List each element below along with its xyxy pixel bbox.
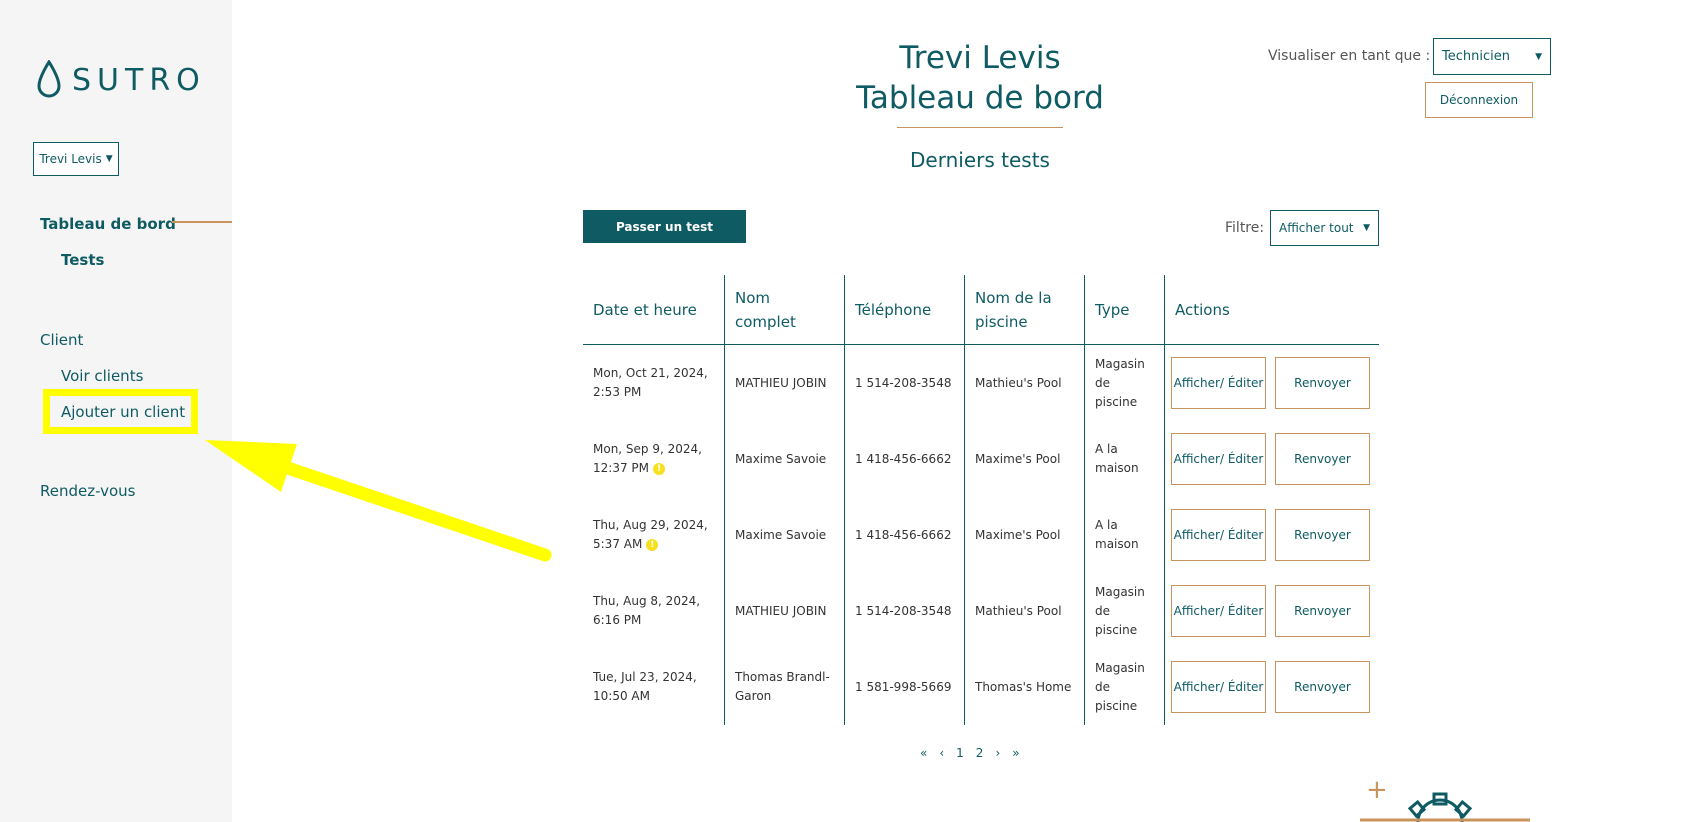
page-title: Tableau de bord — [856, 80, 1104, 116]
resend-button[interactable]: Renvoyer — [1275, 433, 1370, 485]
pagination-next[interactable]: › — [995, 746, 1000, 760]
date-text: Tue, Jul 23, 2024, 10:50 AM — [593, 670, 697, 703]
column-header-type: Type — [1084, 275, 1164, 344]
resend-button[interactable]: Renvoyer — [1275, 661, 1370, 713]
view-edit-button[interactable]: Afficher/ Éditer — [1171, 433, 1266, 485]
view-as-select[interactable]: Technicien ▼ — [1433, 38, 1551, 75]
view-edit-button[interactable]: Afficher/ Éditer — [1171, 509, 1266, 561]
cell-actions: Afficher/ Éditer Renvoyer — [1164, 345, 1379, 421]
table-header: Date et heure Nom complet Téléphone Nom … — [583, 275, 1379, 345]
cell-name: Thomas Brandl-Garon — [724, 649, 844, 725]
view-as-label: Visualiser en tant que : — [1268, 48, 1431, 64]
cell-pool: Maxime's Pool — [964, 421, 1084, 497]
store-select-value: Trevi Levis — [39, 152, 102, 166]
chevron-down-icon: ▼ — [1535, 51, 1542, 62]
pagination-page-2[interactable]: 2 — [976, 746, 984, 760]
table-row: Mon, Sep 9, 2024, 12:37 PM! Maxime Savoi… — [583, 421, 1379, 497]
water-drop-icon — [37, 60, 61, 98]
nav-view-clients[interactable]: Voir clients — [61, 367, 143, 385]
warning-dot-icon[interactable]: ! — [646, 538, 659, 551]
annotation-highlight-box — [43, 389, 198, 434]
store-title: Trevi Levis — [899, 40, 1061, 76]
filter-label: Filtre: — [1225, 220, 1265, 236]
date-text: Thu, Aug 8, 2024, 6:16 PM — [593, 594, 701, 627]
cell-phone: 1 514-208-3548 — [844, 345, 964, 421]
view-edit-button[interactable]: Afficher/ Éditer — [1171, 357, 1266, 409]
warning-dot-icon[interactable]: ! — [653, 462, 665, 475]
logout-button[interactable]: Déconnexion — [1425, 82, 1533, 118]
cell-name: MATHIEU JOBIN — [724, 345, 844, 421]
view-as-value: Technicien — [1442, 49, 1510, 64]
cell-actions: Afficher/ Éditer Renvoyer — [1164, 421, 1379, 497]
filter-select[interactable]: Afficher tout ▼ — [1270, 210, 1379, 246]
resend-button[interactable]: Renvoyer — [1275, 357, 1370, 409]
table-row: Mon, Oct 21, 2024, 2:53 PM MATHIEU JOBIN… — [583, 345, 1379, 421]
nav-tests[interactable]: Tests — [61, 251, 104, 269]
cell-phone: 1 514-208-3548 — [844, 573, 964, 649]
title-divider — [897, 127, 1063, 128]
cell-name: Maxime Savoie — [724, 497, 844, 573]
column-header-date: Date et heure — [593, 300, 697, 319]
cell-date: Tue, Jul 23, 2024, 10:50 AM — [583, 649, 724, 725]
pagination-first[interactable]: « — [920, 746, 927, 760]
column-header-phone: Téléphone — [844, 275, 964, 344]
resend-button[interactable]: Renvoyer — [1275, 509, 1370, 561]
pagination: « ‹ 1 2 › » — [920, 746, 1020, 760]
filter-value: Afficher tout — [1279, 221, 1354, 235]
new-test-button[interactable]: Passer un test — [583, 210, 746, 243]
app: SUTRO Trevi Levis ▼ Tableau de bord Test… — [0, 0, 1690, 822]
section-title: Derniers tests — [910, 148, 1050, 172]
date-text: Mon, Sep 9, 2024, 12:37 PM! — [593, 440, 714, 478]
brand-logo[interactable]: SUTRO — [36, 60, 206, 100]
cell-pool: Mathieu's Pool — [964, 345, 1084, 421]
cell-date: Mon, Sep 9, 2024, 12:37 PM! — [583, 421, 724, 497]
view-edit-button[interactable]: Afficher/ Éditer — [1171, 661, 1266, 713]
cell-date: Thu, Aug 29, 2024, 5:37 AM! — [583, 497, 724, 573]
cell-phone: 1 418-456-6662 — [844, 421, 964, 497]
pagination-last[interactable]: » — [1012, 746, 1019, 760]
cell-pool: Thomas's Home — [964, 649, 1084, 725]
gear-icon — [1360, 792, 1530, 822]
chevron-down-icon: ▼ — [1363, 223, 1370, 233]
column-header-actions: Actions — [1164, 275, 1379, 344]
table-row: Thu, Aug 8, 2024, 6:16 PM MATHIEU JOBIN … — [583, 573, 1379, 649]
resend-button[interactable]: Renvoyer — [1275, 585, 1370, 637]
pagination-prev[interactable]: ‹ — [939, 746, 944, 760]
cell-type: A la maison — [1084, 497, 1164, 573]
cell-actions: Afficher/ Éditer Renvoyer — [1164, 573, 1379, 649]
cell-date: Mon, Oct 21, 2024, 2:53 PM — [583, 345, 724, 421]
cell-actions: Afficher/ Éditer Renvoyer — [1164, 649, 1379, 725]
cell-type: Magasin de piscine — [1084, 573, 1164, 649]
brand-name: SUTRO — [72, 62, 206, 98]
cell-type: Magasin de piscine — [1084, 649, 1164, 725]
date-text: Mon, Oct 21, 2024, 2:53 PM — [593, 366, 708, 399]
cell-pool: Maxime's Pool — [964, 497, 1084, 573]
table-row: Tue, Jul 23, 2024, 10:50 AM Thomas Brand… — [583, 649, 1379, 725]
nav-appointments[interactable]: Rendez-vous — [40, 482, 136, 500]
nav-dashboard[interactable]: Tableau de bord — [40, 215, 176, 233]
tests-table: Date et heure Nom complet Téléphone Nom … — [583, 275, 1379, 725]
cell-date: Thu, Aug 8, 2024, 6:16 PM — [583, 573, 724, 649]
cell-name: MATHIEU JOBIN — [724, 573, 844, 649]
date-text: Thu, Aug 29, 2024, 5:37 AM! — [593, 516, 714, 554]
nav-client[interactable]: Client — [40, 331, 83, 349]
column-header-name: Nom complet — [724, 275, 844, 344]
chevron-down-icon: ▼ — [105, 154, 113, 164]
table-row: Thu, Aug 29, 2024, 5:37 AM! Maxime Savoi… — [583, 497, 1379, 573]
active-indicator — [172, 221, 232, 223]
view-edit-button[interactable]: Afficher/ Éditer — [1171, 585, 1266, 637]
pagination-page-1[interactable]: 1 — [956, 746, 964, 760]
cell-actions: Afficher/ Éditer Renvoyer — [1164, 497, 1379, 573]
cell-type: A la maison — [1084, 421, 1164, 497]
cell-name: Maxime Savoie — [724, 421, 844, 497]
cell-phone: 1 418-456-6662 — [844, 497, 964, 573]
store-select[interactable]: Trevi Levis ▼ — [33, 142, 119, 176]
cell-type: Magasin de piscine — [1084, 345, 1164, 421]
cell-pool: Mathieu's Pool — [964, 573, 1084, 649]
date-value: Mon, Sep 9, 2024, 12:37 PM — [593, 442, 702, 475]
cell-phone: 1 581-998-5669 — [844, 649, 964, 725]
column-header-pool: Nom de la piscine — [964, 275, 1084, 344]
